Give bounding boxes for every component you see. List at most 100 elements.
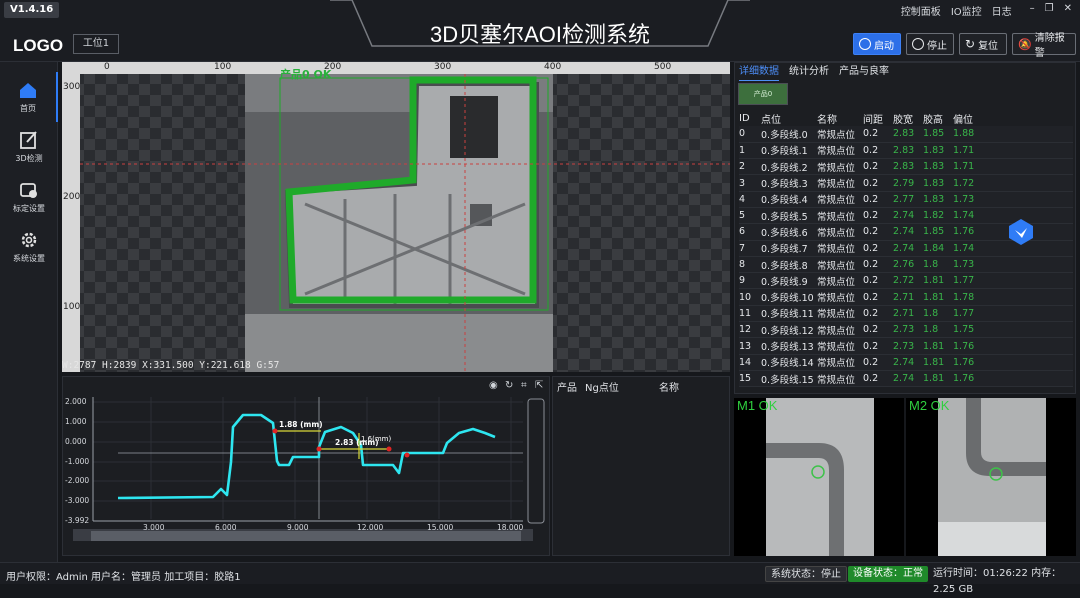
table-row[interactable]: 0 0.多段线.0 常规点位 0.2 2.83 1.85 1.88	[739, 126, 1073, 143]
table-cell: 常规点位	[817, 370, 863, 388]
width-annotation: 1.88 (mm)	[279, 420, 323, 429]
camera-view-m2[interactable]: M2 OK	[906, 398, 1076, 556]
table-cell: 2.74	[893, 240, 923, 257]
table-cell: 0	[739, 126, 761, 143]
table-row[interactable]: 15 0.多段线.15 常规点位 0.2 2.74 1.81 1.76	[739, 370, 1073, 388]
user-info: 用户权限：Admin 用户名：管理员 加工项目：胶路1	[6, 572, 241, 583]
close-icon[interactable]: ✕	[1064, 3, 1072, 18]
sidebar-item-3d-inspection[interactable]: 3D检测	[0, 122, 58, 172]
start-label: 启动	[874, 40, 894, 52]
table-row[interactable]: 8 0.多段线.8 常规点位 0.2 2.76 1.8 1.73	[739, 256, 1073, 274]
product-chip[interactable]: 产品0	[738, 83, 788, 105]
table-cell: 1.8	[923, 305, 953, 323]
stop-icon	[912, 38, 924, 50]
table-cell: 15	[739, 370, 761, 388]
assistant-icon[interactable]	[1007, 218, 1035, 246]
table-cell: 常规点位	[817, 174, 863, 192]
table-cell: 1.76	[953, 337, 1073, 355]
sidebar-item-calibration[interactable]: 标定设置	[0, 172, 58, 222]
table-cell: 2.83	[893, 158, 923, 176]
y-tick: 2.000	[65, 397, 87, 406]
y-tick: -1.000	[65, 457, 90, 466]
eye-icon[interactable]: ◉	[489, 380, 498, 391]
menu-control-panel[interactable]: 控制面板	[901, 3, 941, 18]
table-cell: 0.2	[863, 272, 893, 290]
table-cell: 1.8	[923, 256, 953, 274]
table-cell: 4	[739, 191, 761, 208]
ng-header-product: 产品	[557, 383, 577, 394]
table-row[interactable]: 4 0.多段线.4 常规点位 0.2 2.77 1.83 1.73	[739, 191, 1073, 208]
table-row[interactable]: 2 0.多段线.2 常规点位 0.2 2.83 1.83 1.71	[739, 158, 1073, 176]
minimize-icon[interactable]: –	[1030, 3, 1035, 18]
sidebar-item-label: 系统设置	[13, 254, 45, 263]
export-icon[interactable]: ⇱	[535, 380, 543, 391]
table-cell: 1.73	[953, 256, 1073, 274]
table-cell: 1.81	[923, 354, 953, 371]
table-cell: 常规点位	[817, 305, 863, 323]
sidebar-item-home[interactable]: 首页	[0, 72, 58, 122]
top-menu: 控制面板 IO监控 日志 – ❐ ✕	[901, 3, 1072, 18]
table-row[interactable]: 1 0.多段线.1 常规点位 0.2 2.83 1.83 1.71	[739, 142, 1073, 160]
table-cell: 1.83	[923, 174, 953, 192]
table-row[interactable]: 13 0.多段线.13 常规点位 0.2 2.73 1.81 1.76	[739, 337, 1073, 355]
stop-button[interactable]: 停止	[906, 33, 954, 55]
y-tick: -3.000	[65, 496, 90, 505]
table-cell: 0.多段线.1	[761, 142, 817, 160]
ng-header-name: 名称	[659, 383, 679, 394]
table-row[interactable]: 14 0.多段线.14 常规点位 0.2 2.74 1.81 1.76	[739, 354, 1073, 371]
menu-log[interactable]: 日志	[992, 3, 1012, 18]
table-cell: 2	[739, 158, 761, 176]
system-status-badge: 系统状态：停止	[765, 566, 847, 582]
table-row[interactable]: 10 0.多段线.10 常规点位 0.2 2.71 1.81 1.78	[739, 288, 1073, 306]
refresh-icon[interactable]: ↻	[505, 380, 513, 391]
table-cell: 1.83	[923, 142, 953, 160]
tab-detail-data[interactable]: 详细数据	[739, 63, 779, 81]
tab-yield[interactable]: 产品与良率	[839, 63, 889, 81]
table-cell: 0.2	[863, 288, 893, 306]
table-cell: 5	[739, 207, 761, 225]
table-cell: 6	[739, 223, 761, 241]
table-cell: 常规点位	[817, 240, 863, 257]
table-row[interactable]: 9 0.多段线.9 常规点位 0.2 2.72 1.81 1.77	[739, 272, 1073, 290]
table-cell: 2.71	[893, 288, 923, 306]
table-row[interactable]: 3 0.多段线.3 常规点位 0.2 2.79 1.83 1.72	[739, 174, 1073, 192]
y-tick: 0.000	[65, 437, 87, 446]
table-cell: 0.多段线.8	[761, 256, 817, 274]
table-cell: 常规点位	[817, 272, 863, 290]
sidebar-item-system-settings[interactable]: 系统设置	[0, 222, 58, 272]
table-cell: 0.多段线.6	[761, 223, 817, 241]
clear-alarm-button[interactable]: 🔕 清除报警	[1012, 33, 1076, 59]
table-cell: 0.多段线.5	[761, 207, 817, 225]
table-cell: 0.2	[863, 126, 893, 143]
table-row[interactable]: 12 0.多段线.12 常规点位 0.2 2.73 1.8 1.75	[739, 321, 1073, 339]
table-cell: 2.74	[893, 354, 923, 371]
profile-chart[interactable]: 2.000 1.000 0.000 -1.000 -2.000 -3.000 -…	[62, 376, 550, 556]
station-selector[interactable]: 工位1	[73, 34, 119, 54]
col-point: 点位	[761, 114, 781, 126]
table-row[interactable]: 11 0.多段线.11 常规点位 0.2 2.71 1.8 1.77	[739, 305, 1073, 323]
start-button[interactable]: 启动	[853, 33, 901, 55]
table-cell: 1.81	[923, 288, 953, 306]
stop-label: 停止	[927, 40, 947, 52]
crop-icon[interactable]: ⌗	[521, 380, 527, 391]
menu-io-monitor[interactable]: IO监控	[951, 3, 982, 18]
table-cell: 常规点位	[817, 321, 863, 339]
product-status-label: 产品0 OK	[280, 68, 332, 81]
data-panel: 详细数据 统计分析 产品与良率 产品0 ID 点位 名称 间距 胶宽 胶高 偏位…	[734, 62, 1076, 394]
reset-button[interactable]: ↻ 复位	[959, 33, 1007, 55]
app-title: 3D贝塞尔AOI检测系统	[429, 22, 651, 47]
camera-image-m1	[766, 398, 874, 556]
tab-statistics[interactable]: 统计分析	[789, 63, 829, 81]
y-tick: -2.000	[65, 476, 90, 485]
image-viewer[interactable]: 0 100 200 300 400 500 300 200 100	[62, 62, 730, 372]
table-cell: 0.多段线.13	[761, 337, 817, 355]
y-tick: -3.992	[65, 516, 90, 525]
table-cell: 1.76	[953, 354, 1073, 371]
table-cell: 2.71	[893, 305, 923, 323]
table-cell: 2.73	[893, 321, 923, 339]
camera-view-m1[interactable]: M1 OK	[734, 398, 904, 556]
col-glue-width: 胶宽	[893, 114, 913, 126]
restore-icon[interactable]: ❐	[1045, 3, 1054, 18]
x-tick: 15.000	[427, 523, 454, 532]
table-cell: 常规点位	[817, 207, 863, 225]
